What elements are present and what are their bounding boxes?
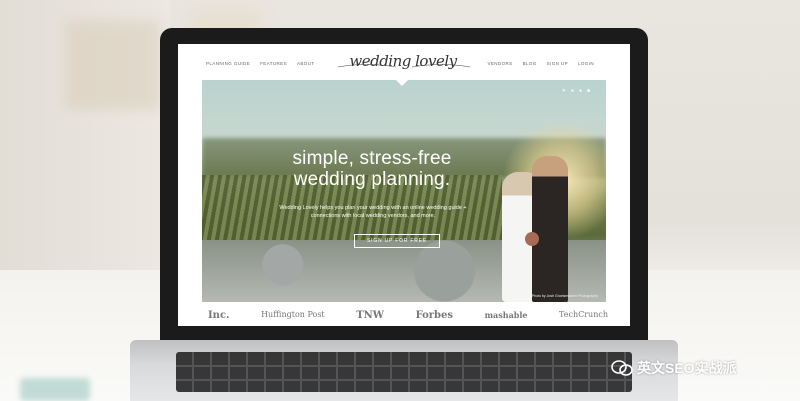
- hero-title-line1: simple, stress-free: [292, 148, 452, 169]
- hero-title-line2: wedding planning.: [293, 169, 451, 190]
- hero-title: simple, stress-free wedding planning.: [242, 148, 502, 190]
- hero-section: ✦ ● ● ■ simple, stress-free wedding plan…: [202, 80, 606, 302]
- nav-blog[interactable]: BLOG: [523, 61, 537, 66]
- press-logo-techcrunch: TechCrunch: [559, 310, 608, 319]
- teal-object: [20, 378, 90, 401]
- wechat-watermark: 英文SEO实战派: [611, 358, 737, 378]
- instagram-icon[interactable]: ■: [587, 88, 590, 94]
- social-icons: ✦ ● ● ■: [562, 88, 590, 94]
- nav-caret: [396, 80, 408, 86]
- hero-groom: [532, 156, 568, 302]
- press-logo-tnw: TNW: [356, 310, 385, 321]
- press-logo-forbes: Forbes: [415, 310, 454, 321]
- press-logo-inc: Inc.: [208, 310, 230, 321]
- nav-right: VENDORS BLOG SIGN UP LOGIN: [488, 61, 595, 66]
- laptop-keyboard: [176, 352, 632, 392]
- press-logo-mashable: mashable: [484, 310, 528, 320]
- press-logo-huffington: Huffington Post: [261, 310, 325, 319]
- twitter-icon[interactable]: ✦: [562, 88, 566, 94]
- logo-swirl: [337, 64, 471, 68]
- nav-vendors[interactable]: VENDORS: [488, 61, 513, 66]
- nav-features[interactable]: FEATURES: [260, 61, 287, 66]
- nav-sign-up[interactable]: SIGN UP: [547, 61, 568, 66]
- nav-planning-guide[interactable]: PLANNING GUIDE: [206, 61, 250, 66]
- hero-bouquet: [525, 232, 539, 246]
- wechat-icon: [611, 360, 633, 376]
- facebook-icon[interactable]: ●: [571, 88, 574, 94]
- nav-left: PLANNING GUIDE FEATURES ABOUT: [206, 61, 315, 66]
- press-logos: Inc. Huffington Post TNW Forbes mashable…: [208, 310, 608, 321]
- nav-login[interactable]: LOGIN: [578, 61, 594, 66]
- photo-credit: Photo by Josh Gruetzmacher Photography: [531, 294, 598, 298]
- pinterest-icon[interactable]: ●: [579, 88, 582, 94]
- watermark-text: 英文SEO实战派: [637, 360, 737, 376]
- hero-subtitle: Wedding Lovely helps you plan your weddi…: [279, 205, 467, 219]
- site-nav: PLANNING GUIDE FEATURES ABOUT wedding lo…: [178, 44, 630, 80]
- nav-about[interactable]: ABOUT: [297, 61, 315, 66]
- laptop-screen: PLANNING GUIDE FEATURES ABOUT wedding lo…: [178, 44, 630, 326]
- background-shelf: [65, 20, 160, 110]
- sign-up-button[interactable]: SIGN UP FOR FREE: [354, 234, 440, 248]
